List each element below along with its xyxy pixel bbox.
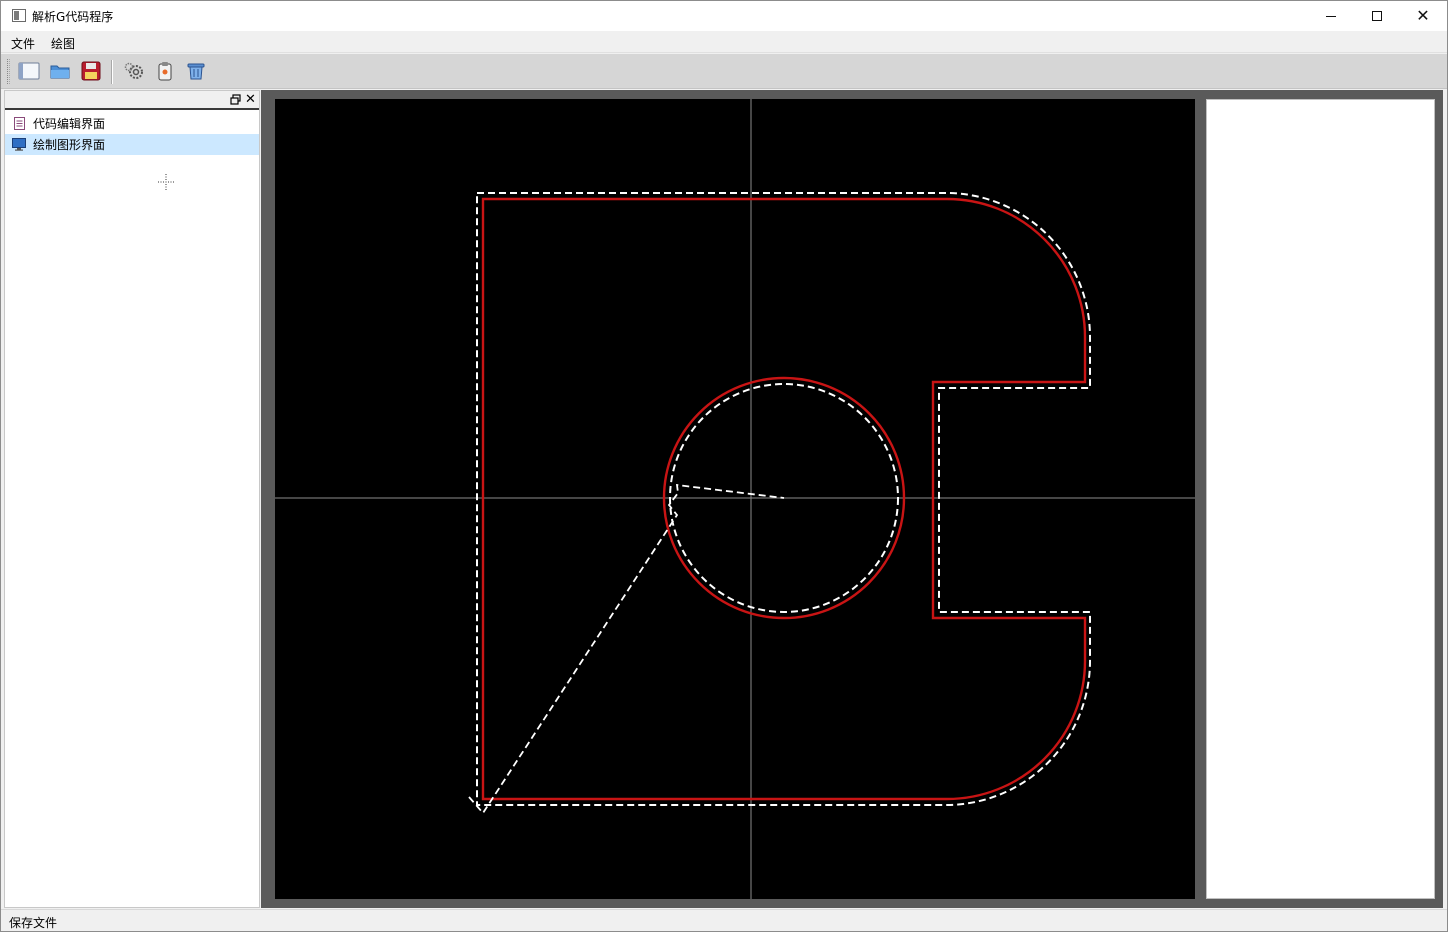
dock-title-bar: ✕	[5, 91, 259, 110]
tree-item-label: 代码编辑界面	[33, 117, 106, 131]
open-folder-icon	[50, 65, 70, 78]
tree-item-drawing[interactable]: 绘制图形界面	[5, 134, 259, 155]
document-icon	[12, 117, 26, 131]
toolpath-offset	[476, 192, 1091, 806]
crosshair-cursor-icon	[158, 174, 174, 190]
clipboard-button[interactable]	[154, 60, 176, 82]
dock-float-icon[interactable]	[230, 94, 241, 105]
close-icon: ✕	[1416, 6, 1430, 25]
status-bar: 保存文件	[1, 909, 1447, 931]
app-window-icon	[12, 9, 26, 22]
save-button[interactable]	[80, 60, 102, 82]
close-button[interactable]: ✕	[1400, 1, 1446, 31]
settings-button[interactable]	[123, 60, 145, 82]
menu-draw[interactable]: 绘图	[51, 35, 75, 52]
delete-button[interactable]	[185, 60, 207, 82]
info-panel	[1206, 99, 1435, 899]
tree-item-code-editor[interactable]: 代码编辑界面	[5, 113, 259, 134]
dock-close-icon[interactable]: ✕	[245, 91, 256, 108]
page-tree: 代码编辑界面 绘制图形界面	[5, 113, 259, 155]
title-bar: 解析G代码程序 ✕	[1, 1, 1447, 31]
toolbar-grip[interactable]	[7, 59, 10, 84]
maximize-icon	[1372, 11, 1382, 21]
central-area	[261, 90, 1443, 908]
maximize-button[interactable]	[1354, 1, 1400, 31]
navigation-dock: ✕ 代码编辑界面 绘制图形界面	[4, 90, 260, 908]
toolbar-separator	[111, 60, 113, 84]
status-text: 保存文件	[9, 916, 58, 930]
clipboard-icon	[158, 62, 172, 81]
window-title: 解析G代码程序	[32, 10, 114, 24]
minimize-icon	[1326, 15, 1336, 17]
open-button[interactable]	[49, 60, 71, 82]
save-icon	[81, 61, 101, 81]
gcode-drawing	[275, 99, 1195, 899]
app-window: 解析G代码程序 ✕ 文件 绘图 ✕ 代码编辑界面 绘制图形界面 保存文件	[0, 0, 1448, 932]
settings-gears-icon	[124, 62, 143, 79]
monitor-icon	[12, 138, 26, 152]
drawing-canvas[interactable]	[275, 99, 1195, 899]
menu-file[interactable]: 文件	[11, 35, 35, 52]
part-outline	[481, 197, 1087, 801]
delete-bin-icon	[187, 63, 205, 80]
new-file-icon	[18, 62, 40, 80]
toolpath-lead-in	[468, 483, 785, 815]
menu-bar: 文件 绘图	[1, 31, 1447, 53]
tree-item-label: 绘制图形界面	[33, 138, 106, 152]
toolbar	[1, 54, 1447, 89]
minimize-button[interactable]	[1308, 1, 1354, 31]
new-file-button[interactable]	[18, 60, 40, 82]
